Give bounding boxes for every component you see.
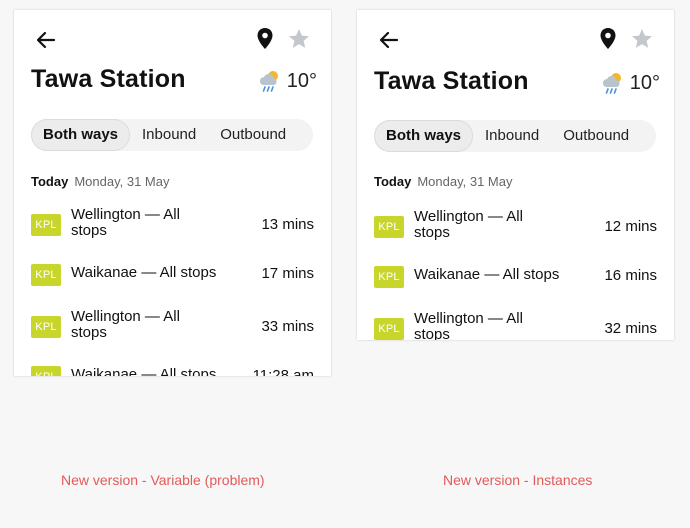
eta: 13 mins — [261, 216, 314, 233]
departure-row[interactable]: KPL Wellington — All stops 13 mins — [31, 207, 314, 247]
day-date: Monday, 31 May — [417, 174, 513, 189]
destination: Waikanae — All stops — [71, 366, 217, 377]
day-date: Monday, 31 May — [74, 174, 170, 189]
eta: 11:28 am — [252, 367, 314, 376]
departures-panel-instances: Tawa Station 10° Both ways Inbound Outbo… — [357, 10, 674, 340]
map-pin-icon[interactable] — [598, 27, 618, 51]
destination: Wellington — All stops — [414, 310, 523, 341]
tab-outbound[interactable]: Outbound — [208, 119, 298, 151]
top-bar — [357, 26, 674, 54]
temperature: 10° — [286, 69, 317, 92]
line-badge: KPL — [31, 264, 61, 286]
rain-cloud-sun-icon — [602, 73, 621, 94]
arrow-left-icon[interactable] — [377, 28, 401, 52]
caption-instances: New version - Instances — [443, 472, 593, 488]
weather: 10° — [600, 69, 660, 97]
station-title: Tawa Station — [374, 67, 529, 95]
weather: 10° — [257, 67, 317, 95]
departures-panel-variable: Tawa Station 10° Both ways Inbound Outbo… — [14, 10, 331, 376]
destination: Waikanae — All stops — [414, 266, 560, 283]
departure-row[interactable]: KPL Waikanae — All stops 17 mins — [31, 264, 314, 305]
destination: Wellington — All stops — [71, 308, 180, 341]
eta: 32 mins — [604, 320, 657, 337]
station-title: Tawa Station — [31, 65, 186, 93]
line-badge: KPL — [374, 216, 404, 238]
top-bar — [14, 26, 331, 54]
departure-row[interactable]: KPL Wellington — All stops 33 mins — [31, 309, 314, 349]
star-icon[interactable] — [630, 27, 654, 51]
title-row: Tawa Station 10° — [31, 65, 317, 105]
eta: 17 mins — [261, 265, 314, 282]
eta: 16 mins — [604, 267, 657, 284]
destination: Wellington — All stops — [71, 206, 180, 239]
departure-row[interactable]: KPL Waikanae — All stops 16 mins — [374, 266, 657, 307]
rain-cloud-sun-icon — [259, 71, 278, 92]
tab-both-ways[interactable]: Both ways — [374, 120, 474, 152]
day-header: Today Monday, 31 May — [31, 174, 169, 189]
day-label: Today — [374, 174, 412, 189]
eta: 33 mins — [261, 318, 314, 335]
tab-both-ways[interactable]: Both ways — [31, 119, 131, 151]
tab-outbound[interactable]: Outbound — [551, 120, 641, 152]
line-badge: KPL — [374, 266, 404, 288]
eta: 12 mins — [604, 218, 657, 235]
direction-tabs: Both ways Inbound Outbound — [31, 119, 313, 151]
map-pin-icon[interactable] — [255, 27, 275, 51]
line-badge: KPL — [31, 214, 61, 236]
line-badge: KPL — [31, 316, 61, 338]
departure-row[interactable]: KPL Wellington — All stops 32 mins — [374, 311, 657, 340]
arrow-left-icon[interactable] — [34, 28, 58, 52]
temperature: 10° — [629, 71, 660, 94]
day-header: Today Monday, 31 May — [374, 174, 512, 189]
departure-row[interactable]: KPL Wellington — All stops 12 mins — [374, 209, 657, 249]
caption-variable: New version - Variable (problem) — [61, 472, 265, 488]
destination: Wellington — All stops — [414, 208, 523, 241]
title-row: Tawa Station 10° — [374, 67, 660, 107]
tab-inbound[interactable]: Inbound — [473, 120, 551, 152]
departure-row[interactable]: KPL Waikanae — All stops 11:28 am — [31, 366, 314, 377]
line-badge: KPL — [31, 366, 61, 376]
line-badge: KPL — [374, 318, 404, 340]
tab-inbound[interactable]: Inbound — [130, 119, 208, 151]
star-icon[interactable] — [287, 27, 311, 51]
destination: Waikanae — All stops — [71, 264, 217, 281]
day-label: Today — [31, 174, 69, 189]
direction-tabs: Both ways Inbound Outbound — [374, 120, 656, 152]
